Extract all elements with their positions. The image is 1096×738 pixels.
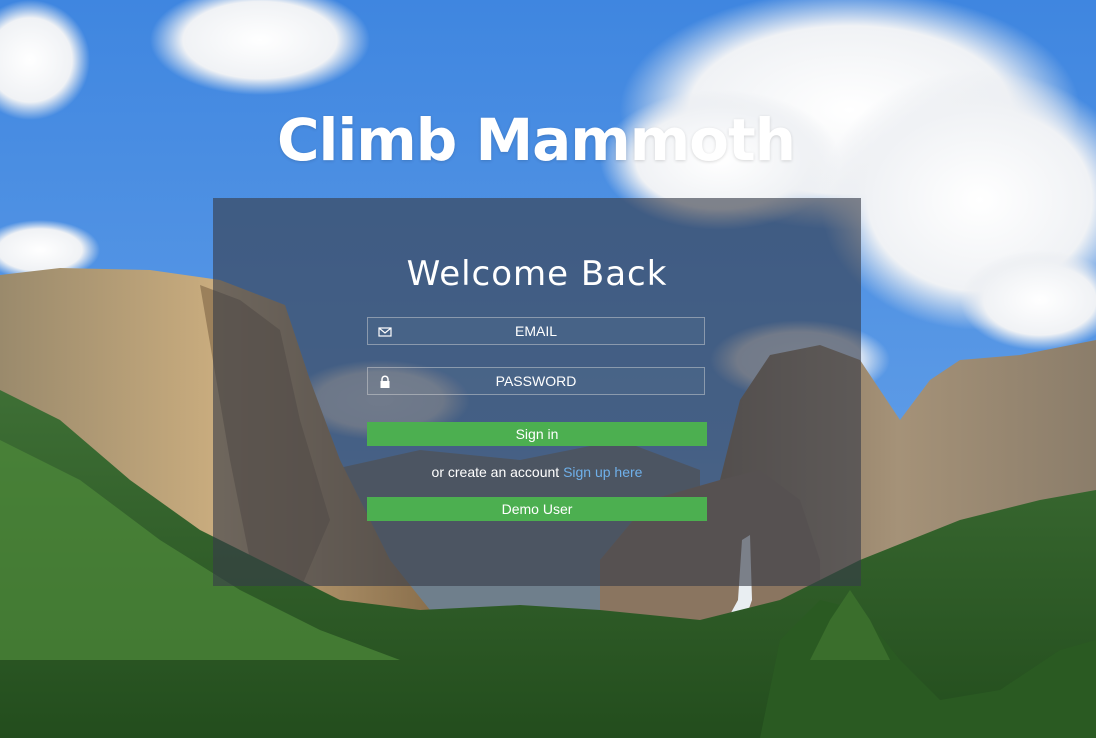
login-panel: Welcome Back Sign in or create an accoun… <box>213 198 861 586</box>
signup-prompt-text: or create an account <box>431 464 560 480</box>
signin-button[interactable]: Sign in <box>367 422 707 446</box>
email-input[interactable] <box>368 318 704 344</box>
password-field[interactable] <box>367 367 705 395</box>
demo-user-button[interactable]: Demo User <box>367 497 707 521</box>
app-title: Climb Mammoth <box>276 106 796 174</box>
signup-prompt: or create an account Sign up here <box>213 464 861 480</box>
signup-link[interactable]: Sign up here <box>563 464 642 480</box>
email-field[interactable] <box>367 317 705 345</box>
login-heading: Welcome Back <box>406 254 668 294</box>
password-input[interactable] <box>368 368 704 394</box>
